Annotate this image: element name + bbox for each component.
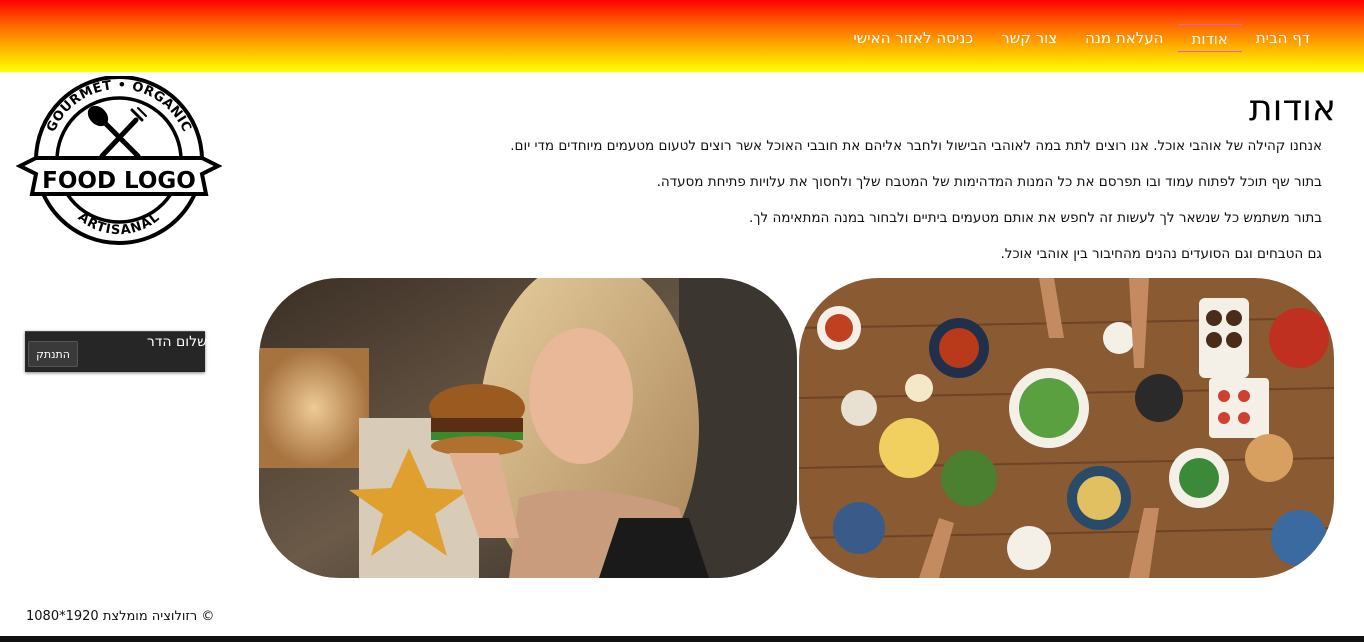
food-logo-graphic: GOURMET • ORGANIC ARTISANAL FOOD LOGO bbox=[15, 75, 223, 245]
food-logo[interactable]: GOURMET • ORGANIC ARTISANAL FOOD LOGO bbox=[15, 75, 223, 246]
nav-contact[interactable]: צור קשר bbox=[987, 24, 1071, 52]
footer-resolution-note: © רזולוציה מומלצת 1920*1080 bbox=[26, 609, 215, 624]
user-panel: שלום הדר התנתק bbox=[25, 331, 207, 372]
nav-about[interactable]: אודות bbox=[1177, 24, 1242, 52]
about-text: אנחנו קהילה של אוהבי אוכל. אנו רוצים לתת… bbox=[362, 136, 1322, 280]
nav-upload-dish[interactable]: העלאת מנה bbox=[1071, 24, 1177, 52]
bottom-bar bbox=[0, 636, 1364, 642]
photo-feast-table bbox=[799, 278, 1334, 578]
about-paragraph: אנחנו קהילה של אוהבי אוכל. אנו רוצים לתת… bbox=[510, 138, 1322, 154]
top-navbar: דף הבית אודות העלאת מנה צור קשר כניסה לא… bbox=[0, 0, 1364, 72]
nav-home[interactable]: דף הבית bbox=[1242, 24, 1324, 52]
user-greeting: שלום הדר bbox=[146, 334, 207, 350]
about-title: אודות bbox=[1249, 88, 1336, 129]
main-nav: דף הבית אודות העלאת מנה צור קשר כניסה לא… bbox=[839, 22, 1324, 54]
photo-woman-burger bbox=[259, 278, 797, 578]
logout-button[interactable]: התנתק bbox=[28, 341, 78, 367]
about-paragraph: גם הטבחים וגם הסועדים נהנים מהחיבור בין … bbox=[1000, 246, 1322, 262]
about-paragraph: בתור משתמש כל שנשאר לך לעשות זה לחפש את … bbox=[748, 210, 1322, 226]
nav-personal-area[interactable]: כניסה לאזור האישי bbox=[839, 24, 987, 52]
logo-main-text: FOOD LOGO bbox=[42, 168, 196, 194]
about-paragraph: בתור שף תוכל לפתוח עמוד ובו תפרסם את כל … bbox=[656, 174, 1322, 190]
